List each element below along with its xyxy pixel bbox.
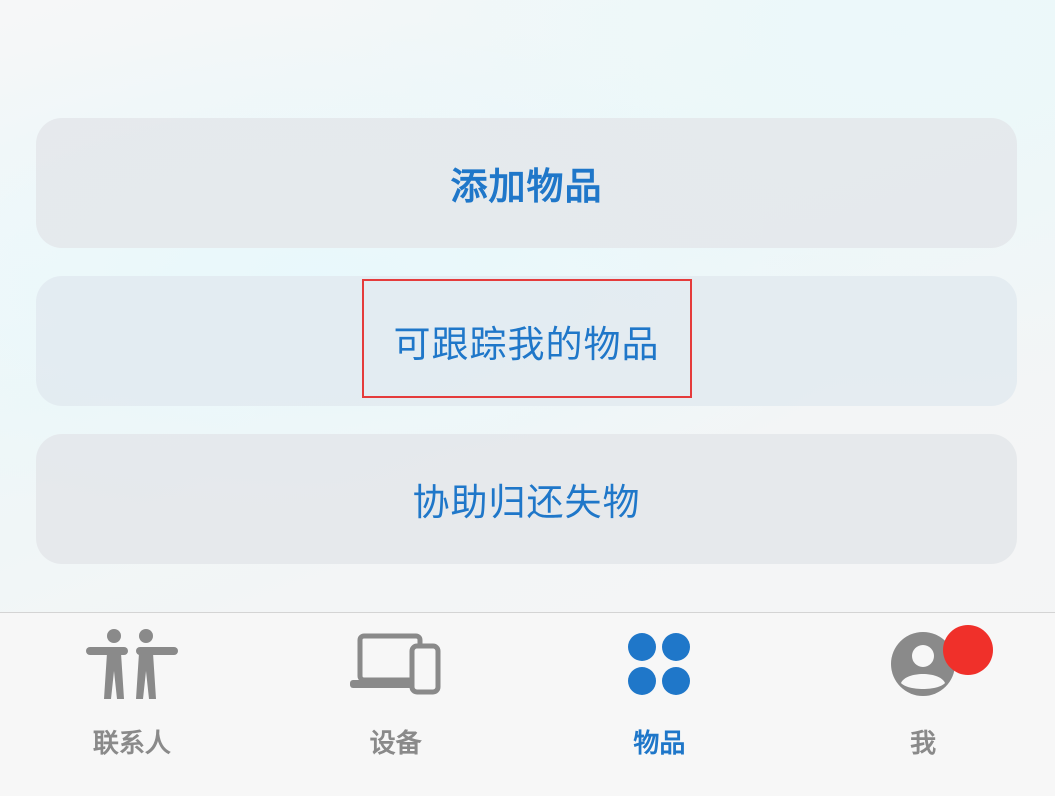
tab-me[interactable]: 我 xyxy=(791,613,1055,796)
tab-label: 我 xyxy=(910,729,937,759)
add-item-button[interactable]: 添加物品 xyxy=(36,118,1017,248)
tab-items[interactable]: 物品 xyxy=(528,613,792,796)
tab-bar: 联系人 设备 物品 我 xyxy=(0,612,1055,796)
tab-devices[interactable]: 设备 xyxy=(264,613,528,796)
tab-label: 设备 xyxy=(369,729,422,759)
items-icon xyxy=(611,629,707,699)
profile-icon xyxy=(875,625,994,699)
notification-badge xyxy=(943,625,994,675)
highlight-annotation-box xyxy=(362,279,692,398)
tab-label: 物品 xyxy=(633,729,686,759)
tab-people[interactable]: 联系人 xyxy=(0,613,264,796)
devices-icon xyxy=(348,629,444,699)
people-icon xyxy=(84,629,180,699)
tab-label: 联系人 xyxy=(92,729,171,759)
help-return-lost-item-button[interactable]: 协助归还失物 xyxy=(36,434,1017,564)
